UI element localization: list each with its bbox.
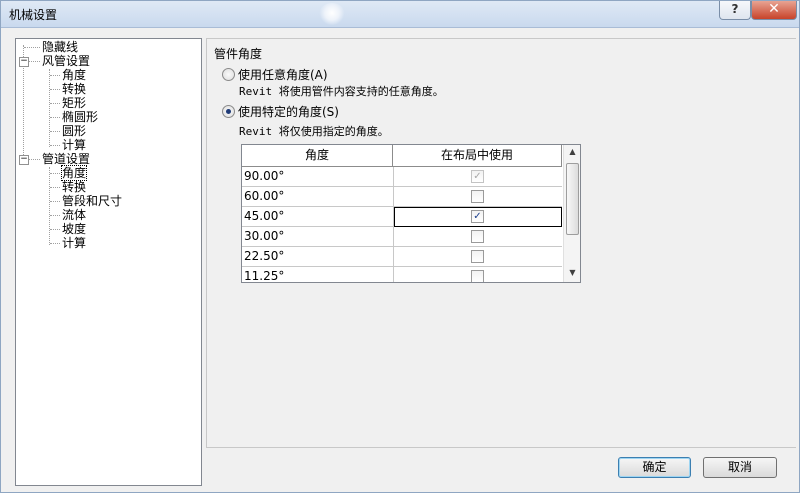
- scrollbar-thumb[interactable]: [566, 163, 579, 235]
- tree-item-pipe-conversion[interactable]: 转换: [62, 180, 86, 194]
- section-title: 管件角度: [214, 47, 263, 61]
- table-row[interactable]: 60.00°: [242, 187, 562, 207]
- tree-connector: [50, 187, 60, 188]
- use-in-layout-cell[interactable]: [394, 267, 562, 282]
- tree-item-pipe-slope[interactable]: 坡度: [62, 222, 86, 236]
- tree-connector: [50, 145, 60, 146]
- tree-item-pipe-calculation[interactable]: 计算: [62, 236, 86, 250]
- table-scrollbar[interactable]: ▲ ▼: [563, 145, 580, 282]
- tree-item-hidden-lines[interactable]: 隐藏线: [42, 40, 78, 54]
- help-icon[interactable]: ?: [719, 1, 751, 20]
- specific-angle-description: Revit 将仅使用指定的角度。: [239, 125, 389, 138]
- tree-connector: [50, 89, 60, 90]
- use-in-layout-cell[interactable]: [394, 247, 562, 267]
- checkbox[interactable]: [471, 190, 484, 203]
- tree-connector: [29, 61, 40, 62]
- minus-box-icon[interactable]: −: [19, 57, 29, 67]
- tree-item-duct-calculation[interactable]: 计算: [62, 138, 86, 152]
- tree-connector: [50, 75, 60, 76]
- checkbox[interactable]: [471, 230, 484, 243]
- tree-item-duct-rectangular[interactable]: 矩形: [62, 96, 86, 110]
- window-title: 机械设置: [9, 8, 58, 22]
- angle-cell[interactable]: 90.00°: [242, 167, 394, 187]
- tree-connector: [50, 103, 60, 104]
- column-header-use-in-layout[interactable]: 在布局中使用: [393, 145, 562, 167]
- angle-cell[interactable]: 11.25°: [242, 267, 394, 282]
- tree-connector: [50, 131, 60, 132]
- radio-any-angle[interactable]: [222, 68, 235, 81]
- cancel-button[interactable]: 取消: [703, 457, 777, 478]
- triangle-down-icon[interactable]: ▼: [567, 268, 578, 278]
- tree-item-duct-round[interactable]: 圆形: [62, 124, 86, 138]
- ok-button[interactable]: 确定: [618, 457, 691, 478]
- settings-tree[interactable]: 隐藏线 − 风管设置 角度 转换 矩形 椭圆形 圆形 计算 − 管道设置 角度 …: [15, 38, 202, 486]
- angle-cell[interactable]: 45.00°: [242, 207, 394, 227]
- tree-connector: [29, 159, 40, 160]
- checkbox[interactable]: [471, 270, 484, 282]
- tree-item-duct-angle[interactable]: 角度: [62, 68, 86, 82]
- table-row[interactable]: 30.00°: [242, 227, 562, 247]
- triangle-up-icon[interactable]: ▲: [567, 147, 578, 157]
- tree-connector: [49, 167, 50, 245]
- tree-connector: [50, 117, 60, 118]
- tree-connector: [24, 47, 40, 48]
- tree-connector: [50, 215, 60, 216]
- checkmark-icon: ✓: [471, 170, 484, 183]
- tree-item-pipe-fluids[interactable]: 流体: [62, 208, 86, 222]
- minus-box-icon[interactable]: −: [19, 155, 29, 165]
- tree-connector: [50, 229, 60, 230]
- mechanical-settings-dialog: 机械设置 ? ✕ 隐藏线 − 风管设置 角度 转换 矩形 椭圆形 圆形 计算 −…: [0, 0, 800, 493]
- tree-item-duct-conversion[interactable]: 转换: [62, 82, 86, 96]
- tree-item-pipe-settings[interactable]: 管道设置: [42, 152, 90, 166]
- table-row[interactable]: 90.00° ✓: [242, 167, 562, 187]
- angle-cell[interactable]: 22.50°: [242, 247, 394, 267]
- angle-cell[interactable]: 30.00°: [242, 227, 394, 247]
- use-in-layout-cell[interactable]: [394, 187, 562, 207]
- table-row[interactable]: 22.50°: [242, 247, 562, 267]
- tree-item-duct-oval[interactable]: 椭圆形: [62, 110, 98, 124]
- angle-table[interactable]: 角度 在布局中使用 90.00° ✓ 60.00° 45.00° ✓ 30.00…: [241, 144, 581, 283]
- use-in-layout-cell[interactable]: ✓: [394, 207, 562, 227]
- tree-item-pipe-segments[interactable]: 管段和尺寸: [62, 194, 122, 208]
- table-header: 角度 在布局中使用: [242, 145, 562, 167]
- table-row[interactable]: 11.25°: [242, 267, 562, 282]
- checkbox[interactable]: [471, 250, 484, 263]
- radio-specific-angle[interactable]: [222, 105, 235, 118]
- checkmark-icon[interactable]: ✓: [471, 210, 484, 223]
- title-glow-orb: [319, 3, 345, 25]
- radio-selected-dot: [226, 109, 231, 114]
- title-bar[interactable]: 机械设置 ? ✕: [1, 1, 799, 28]
- tree-connector: [49, 69, 50, 147]
- tree-connector: [50, 243, 60, 244]
- radio-specific-angle-label[interactable]: 使用特定的角度(S): [238, 103, 339, 120]
- any-angle-description: Revit 将使用管件内容支持的任意角度。: [239, 85, 444, 98]
- tree-connector: [50, 201, 60, 202]
- tree-item-pipe-angle[interactable]: 角度: [60, 165, 88, 181]
- radio-any-angle-label[interactable]: 使用任意角度(A): [238, 66, 328, 83]
- use-in-layout-cell[interactable]: [394, 227, 562, 247]
- angle-cell[interactable]: 60.00°: [242, 187, 394, 207]
- column-header-angle[interactable]: 角度: [242, 145, 393, 167]
- tree-connector: [50, 173, 60, 174]
- close-icon[interactable]: ✕: [751, 1, 797, 20]
- tree-item-duct-settings[interactable]: 风管设置: [42, 54, 90, 68]
- table-row[interactable]: 45.00° ✓: [242, 207, 562, 227]
- use-in-layout-cell[interactable]: ✓: [394, 167, 562, 187]
